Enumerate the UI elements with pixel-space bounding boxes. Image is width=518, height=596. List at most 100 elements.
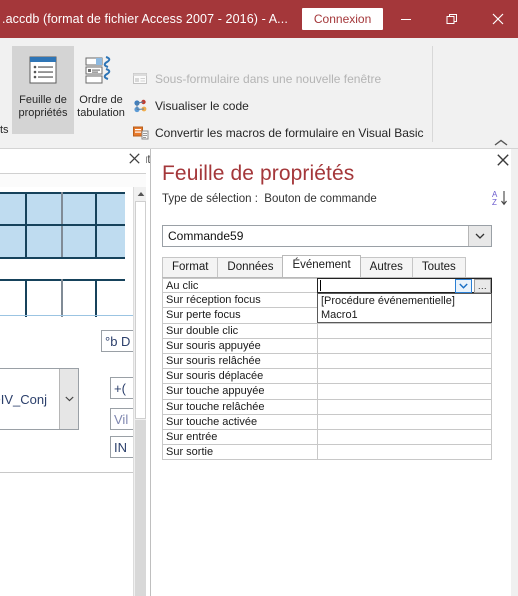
scrollbar-thumb[interactable] — [135, 201, 146, 419]
close-icon[interactable] — [497, 154, 509, 169]
grid2-bottom-line — [0, 315, 133, 316]
grid2-divider-3 — [95, 279, 97, 317]
ribbon-group-separator — [432, 46, 433, 142]
property-value[interactable] — [317, 323, 492, 339]
property-value[interactable] — [317, 414, 492, 430]
object-selector-value: Commande59 — [168, 229, 244, 243]
selection-type-value: Bouton de commande — [264, 193, 377, 205]
grid2-divider-1 — [25, 279, 27, 317]
property-value[interactable] — [317, 445, 492, 461]
table-row[interactable]: Sur double clic — [162, 323, 492, 339]
property-tabs: Format Données Événement Autres Toutes — [162, 255, 492, 278]
table-row[interactable]: Sur souris déplacée — [162, 369, 492, 385]
ribbon-item-subform-new-window-label: Sous-formulaire dans une nouvelle fenêtr… — [155, 72, 382, 86]
subform-window-icon — [132, 71, 150, 87]
event-dropdown-list[interactable]: [Procédure événementielle] Macro1 — [317, 293, 492, 323]
tab-format[interactable]: Format — [162, 257, 219, 277]
view-code-icon — [132, 98, 150, 114]
table-row[interactable]: Sur touche activée — [162, 414, 492, 430]
property-name: Sur souris appuyée — [162, 338, 317, 354]
page-title: Feuille de propriétés — [162, 162, 355, 185]
ribbon-button-tab-order[interactable]: Ordre de tabulation — [70, 46, 132, 134]
table-row[interactable]: Sur souris relâchée — [162, 353, 492, 370]
chevron-down-icon[interactable] — [455, 279, 472, 293]
ribbon-button-tab-order-line1: Ordre de — [79, 94, 123, 106]
object-selector[interactable]: Commande59 — [162, 225, 492, 247]
combo-indiv-conj[interactable]: NDIV_Conj — [0, 368, 79, 430]
chevron-down-icon[interactable] — [468, 226, 491, 246]
restore-icon[interactable] — [429, 0, 475, 38]
ribbon: ts Feuille de propriétés Ordre de tabula… — [0, 38, 518, 166]
access-form-design-window: .accdb (format de fichier Access 2007 - … — [0, 0, 518, 596]
combo-indiv-conj-value: NDIV_Conj — [0, 391, 48, 407]
property-value[interactable] — [317, 369, 492, 385]
close-icon[interactable] — [475, 0, 518, 38]
property-name: Sur touche relâchée — [162, 399, 317, 415]
property-value[interactable] — [317, 429, 492, 446]
form-design-surface: °b D NDIV_Conj +( Vil IN — [0, 149, 146, 596]
convert-macros-icon — [132, 125, 150, 141]
property-sheet-right-gutter — [511, 149, 518, 596]
property-name: Sur touche appuyée — [162, 384, 317, 400]
dropdown-option-macro1[interactable]: Macro1 — [318, 308, 491, 322]
scroll-up-arrow-icon[interactable] — [134, 187, 146, 201]
ribbon-item-convert-macros[interactable]: Convertir les macros de formulaire en Vi… — [132, 122, 424, 144]
textbox-pb[interactable]: °b D — [101, 330, 133, 352]
ribbon-button-property-sheet[interactable]: Feuille de propriétés — [12, 46, 74, 134]
ribbon-item-subform-new-window[interactable]: Sous-formulaire dans une nouvelle fenêtr… — [132, 68, 381, 90]
ellipsis-builder-icon[interactable]: ... — [474, 279, 491, 293]
chevron-down-icon[interactable] — [59, 369, 78, 429]
window-title: .accdb (format de fichier Access 2007 - … — [2, 12, 288, 26]
property-value-editor[interactable]: ... — [317, 278, 492, 293]
grid2-divider-2 — [61, 279, 63, 317]
minimize-icon[interactable] — [383, 0, 429, 38]
property-value[interactable] — [317, 338, 492, 354]
property-sheet-header: Feuille de propriétés Type de sélection … — [151, 149, 518, 213]
table-row[interactable]: Sur sortie — [162, 445, 492, 461]
property-name: Au clic — [162, 278, 317, 294]
property-name: Sur entrée — [162, 429, 317, 446]
property-value[interactable] — [317, 353, 492, 370]
textbox-plus[interactable]: +( — [110, 377, 133, 399]
textbox-in[interactable]: IN — [110, 436, 133, 458]
tab-evenement[interactable]: Événement — [282, 255, 361, 277]
design-ruler — [0, 174, 146, 188]
property-name: Sur sortie — [162, 445, 317, 461]
ribbon-button-property-sheet-line2: propriétés — [18, 107, 68, 119]
grid-hline-mid — [0, 224, 125, 226]
close-icon[interactable] — [129, 152, 140, 167]
tab-autres[interactable]: Autres — [359, 257, 413, 277]
selection-type-text: Type de sélection : Bouton de commande — [162, 193, 377, 205]
property-name: Sur souris déplacée — [162, 369, 317, 385]
title-bar: .accdb (format de fichier Access 2007 - … — [0, 0, 518, 38]
property-name: Sur perte focus — [162, 308, 317, 324]
property-value[interactable] — [317, 399, 492, 415]
scrollbar-track[interactable] — [135, 420, 146, 596]
property-sheet-panel: Feuille de propriétés Type de sélection … — [150, 149, 518, 596]
table-row[interactable]: Sur entrée — [162, 429, 492, 446]
table-row[interactable]: Sur souris appuyée — [162, 338, 492, 354]
design-canvas[interactable]: °b D NDIV_Conj +( Vil IN — [0, 187, 133, 596]
property-name: Sur double clic — [162, 323, 317, 339]
ribbon-button-property-sheet-line1: Feuille de — [19, 94, 67, 106]
ribbon-item-view-code[interactable]: Visualiser le code — [132, 95, 249, 117]
svg-text:Z: Z — [492, 198, 497, 207]
property-value[interactable] — [317, 384, 492, 400]
property-name: Sur souris relâchée — [162, 353, 317, 370]
design-vertical-scrollbar[interactable] — [133, 187, 146, 596]
sign-in-button[interactable]: Connexion — [301, 8, 384, 30]
property-name: Sur touche activée — [162, 414, 317, 430]
property-name: Sur réception focus — [162, 293, 317, 309]
property-sheet-icon — [26, 46, 60, 94]
text-caret — [320, 280, 321, 291]
table-row[interactable]: Sur touche appuyée — [162, 384, 492, 400]
footer-divider — [0, 472, 133, 473]
textbox-vil[interactable]: Vil — [110, 408, 133, 430]
sort-az-icon[interactable]: A Z — [491, 189, 509, 212]
table-row[interactable]: Sur touche relâchée — [162, 399, 492, 415]
tab-toutes[interactable]: Toutes — [411, 257, 466, 277]
ribbon-button-tab-order-line2: tabulation — [77, 107, 125, 119]
dropdown-option-event-procedure[interactable]: [Procédure événementielle] — [318, 294, 491, 308]
tab-donnees[interactable]: Données — [217, 257, 284, 277]
ribbon-item-convert-macros-label: Convertir les macros de formulaire en Vi… — [155, 126, 424, 140]
